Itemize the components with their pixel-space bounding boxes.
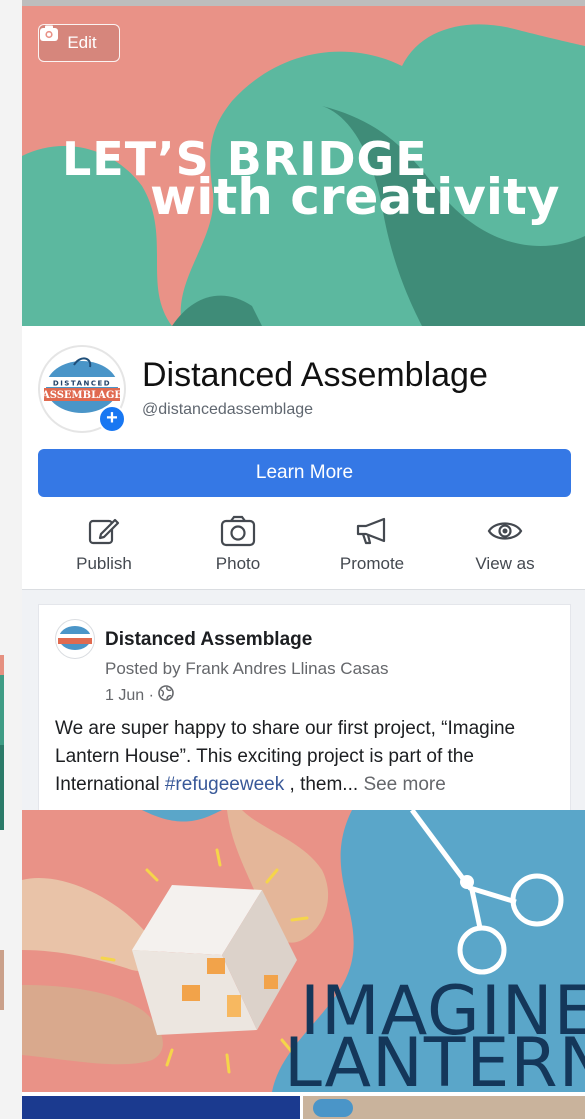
- post-image[interactable]: IMAGINE LANTERN: [22, 810, 585, 1092]
- globe-icon: [158, 685, 174, 706]
- page-actions: Publish Photo Promote View as: [22, 512, 585, 582]
- post-avatar[interactable]: [55, 619, 95, 659]
- megaphone-icon: [312, 512, 432, 550]
- page-name: Distanced Assemblage: [142, 356, 488, 394]
- cover-title-line2: with creativity: [150, 168, 560, 226]
- post-card: Distanced Assemblage Posted by Frank And…: [38, 604, 571, 810]
- see-more-link[interactable]: See more: [363, 774, 445, 795]
- add-profile-photo-button[interactable]: +: [98, 405, 126, 433]
- thumbnail-1[interactable]: [22, 1096, 300, 1119]
- thumbnail-logo: [313, 1099, 353, 1117]
- svg-text:ASSEMBLAGE: ASSEMBLAGE: [41, 390, 122, 401]
- promote-label: Promote: [339, 554, 405, 573]
- profile-avatar[interactable]: DISTANCED ASSEMBLAGE +: [38, 345, 126, 433]
- edit-icon: [44, 512, 164, 550]
- publish-label: Publish: [76, 554, 132, 573]
- background-screen-edge: [0, 0, 22, 1119]
- post-meta: 1 Jun ·: [105, 685, 174, 706]
- cover-title: LET’S BRIDGE with creativity: [62, 136, 559, 222]
- view-as-label: View as: [475, 554, 535, 573]
- post-date[interactable]: 1 Jun ·: [105, 687, 154, 705]
- post-posted-by: Posted by Frank Andres Llinas Casas: [105, 659, 389, 678]
- learn-more-label: Learn More: [255, 462, 354, 483]
- image-text-line2: LANTERN: [284, 1024, 585, 1093]
- post-text-tail: , them...: [284, 774, 364, 795]
- svg-text:DISTANCED: DISTANCED: [53, 380, 111, 388]
- cover-photo[interactable]: Edit LET’S BRIDGE with creativity: [22, 6, 585, 326]
- post-text: We are super happy to share our first pr…: [55, 715, 565, 799]
- eye-icon: [445, 512, 565, 550]
- photo-label: Photo: [215, 554, 261, 573]
- post-author[interactable]: Distanced Assemblage: [105, 629, 312, 651]
- learn-more-button[interactable]: Learn More: [38, 449, 571, 497]
- page-handle[interactable]: @distancedassemblage: [142, 401, 313, 419]
- photo-button[interactable]: Photo: [178, 512, 298, 574]
- publish-button[interactable]: Publish: [44, 512, 164, 574]
- edit-cover-button[interactable]: Edit: [38, 24, 120, 62]
- thumbnail-2[interactable]: [303, 1096, 585, 1119]
- view-as-button[interactable]: View as: [445, 512, 565, 574]
- edit-label: Edit: [67, 33, 97, 52]
- hashtag-link[interactable]: #refugeeweek: [165, 774, 284, 795]
- camera-icon: [178, 512, 298, 550]
- promote-button[interactable]: Promote: [312, 512, 432, 574]
